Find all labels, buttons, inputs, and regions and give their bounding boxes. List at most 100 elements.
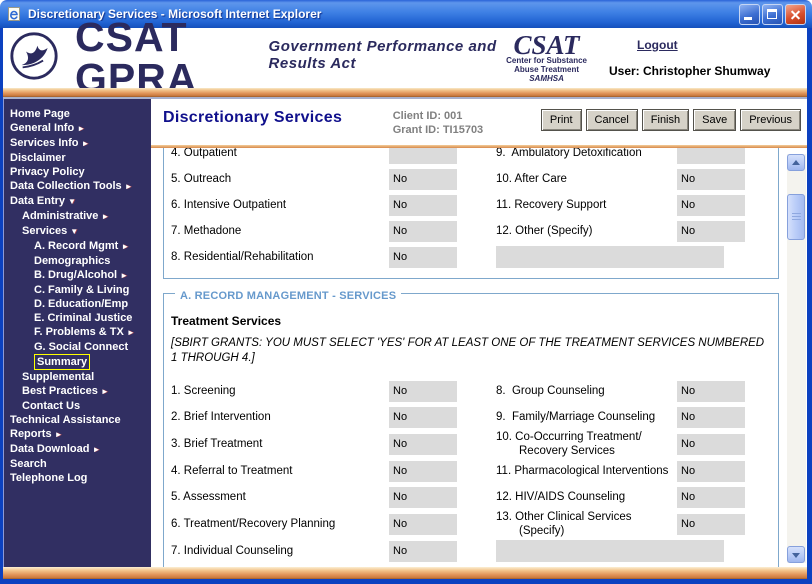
response-field[interactable]: No: [677, 194, 745, 216]
response-field[interactable]: No: [677, 406, 745, 428]
chevron-down-icon: ▼: [68, 197, 76, 206]
sidebar-item-label: Search: [10, 458, 47, 470]
grant-id: Grant ID: TI15703: [392, 124, 484, 136]
save-button[interactable]: Save: [693, 109, 737, 131]
banner-divider: [3, 88, 807, 99]
sidebar-item-data-download[interactable]: Data Download ►: [4, 442, 151, 457]
vertical-scrollbar[interactable]: [787, 154, 806, 563]
sidebar-item-label: Contact Us: [22, 400, 81, 412]
sidebar-item-privacy-policy[interactable]: Privacy Policy: [4, 165, 151, 179]
response-field[interactable]: No: [389, 168, 457, 190]
sidebar-item-b-drug-alcohol[interactable]: B. Drug/Alcohol ►: [4, 268, 151, 283]
sidebar-item-general-info[interactable]: General Info ►: [4, 121, 151, 136]
sidebar-item-label: Data Collection Tools: [10, 180, 122, 192]
response-field[interactable]: No: [677, 168, 745, 190]
main-panel: Discretionary Services Client ID: 001 Gr…: [151, 99, 807, 567]
response-field[interactable]: No: [389, 406, 457, 428]
sidebar-item-label: Summary: [34, 354, 91, 370]
row-label: 5. Assessment: [171, 491, 246, 503]
response-field[interactable]: No: [677, 220, 745, 242]
sidebar-item-services-info[interactable]: Services Info ►: [4, 136, 151, 151]
response-field[interactable]: No: [389, 433, 457, 455]
row-label: 10. After Care: [496, 173, 567, 185]
cancel-button[interactable]: Cancel: [585, 109, 638, 131]
response-field[interactable]: No: [389, 460, 457, 482]
response-field[interactable]: No: [677, 486, 745, 508]
scroll-down-button[interactable]: [787, 546, 805, 563]
sidebar-item-d-education-emp[interactable]: D. Education/Emp: [4, 297, 151, 311]
sidebar-item-label: Technical Assistance: [10, 414, 121, 426]
sidebar-item-f-problems-tx[interactable]: F. Problems & TX ►: [4, 325, 151, 340]
sidebar-item-services[interactable]: Services ▼: [4, 224, 151, 239]
response-field[interactable]: No: [389, 246, 457, 268]
sbirt-note: [SBIRT GRANTS: YOU MUST SELECT 'YES' FOR…: [171, 337, 765, 364]
response-field[interactable]: [677, 148, 745, 164]
row-label: 12. HIV/AIDS Counseling: [496, 491, 626, 503]
sidebar-item-label: Services Info: [10, 137, 79, 149]
sidebar-item-demographics[interactable]: Demographics: [4, 254, 151, 268]
response-field[interactable]: No: [677, 460, 745, 482]
app-banner: CSAT GPRA Government Performance and Res…: [3, 17, 807, 99]
response-field[interactable]: No: [389, 513, 457, 535]
csat-logo: CSAT Center for Substance Abuse Treatmen…: [506, 29, 587, 83]
print-button[interactable]: Print: [540, 109, 582, 131]
sidebar-item-label: Best Practices: [22, 385, 98, 397]
sidebar-item-search[interactable]: Search: [4, 457, 151, 471]
row-label: 3. Brief Treatment: [171, 438, 263, 450]
specify-text-field[interactable]: [496, 540, 724, 562]
sidebar-item-administrative[interactable]: Administrative ►: [4, 209, 151, 224]
response-field[interactable]: No: [389, 540, 457, 562]
response-field[interactable]: No: [677, 433, 745, 455]
previous-button[interactable]: Previous: [740, 109, 801, 131]
sidebar-item-data-entry[interactable]: Data Entry ▼: [4, 194, 151, 209]
sidebar-item-g-social-connect[interactable]: G. Social Connect: [4, 340, 151, 354]
sidebar-item-summary[interactable]: Summary: [4, 354, 151, 370]
page-header: Discretionary Services Client ID: 001 Gr…: [151, 99, 807, 145]
chevron-right-icon: ►: [101, 212, 110, 221]
response-field[interactable]: No: [677, 513, 745, 535]
hhs-eagle-logo-icon: [9, 31, 61, 86]
sidebar-item-label: D. Education/Emp: [34, 298, 129, 310]
row-label: 9. Family/Marriage Counseling: [496, 411, 656, 423]
scroll-up-button[interactable]: [787, 154, 805, 171]
close-button[interactable]: [785, 3, 806, 25]
sidebar-item-a-record-mgmt[interactable]: A. Record Mgmt ►: [4, 239, 151, 254]
sidebar-item-label: Services: [22, 225, 68, 237]
finish-button[interactable]: Finish: [641, 109, 690, 131]
sidebar-item-e-criminal-justice[interactable]: E. Criminal Justice: [4, 311, 151, 325]
sidebar-item-reports[interactable]: Reports ►: [4, 427, 151, 442]
sidebar-item-best-practices[interactable]: Best Practices ►: [4, 384, 151, 399]
specify-text-field[interactable]: [496, 246, 724, 268]
brand-tagline: Government Performance and Results Act: [268, 38, 497, 72]
logout-link[interactable]: Logout: [637, 38, 797, 52]
response-field[interactable]: No: [677, 380, 745, 402]
response-field[interactable]: No: [389, 486, 457, 508]
response-field[interactable]: No: [389, 194, 457, 216]
sidebar-item-label: F. Problems & TX: [34, 326, 124, 338]
sidebar-item-label: B. Drug/Alcohol: [34, 269, 118, 281]
row-label: 4. Referral to Treatment: [171, 465, 293, 477]
minimize-button[interactable]: [739, 3, 760, 25]
chevron-down-icon: ▼: [70, 227, 79, 236]
treatment-services-heading: Treatment Services: [171, 314, 282, 328]
form-row: 7. Methadone No 12. Other (Specify) No: [171, 218, 778, 244]
row-label: 11. Pharmacological Interventions: [496, 465, 669, 477]
row-label: 7. Individual Counseling: [171, 545, 294, 557]
response-field[interactable]: No: [389, 380, 457, 402]
sidebar-item-label: Data Entry: [10, 195, 66, 207]
sidebar-item-supplemental[interactable]: Supplemental: [4, 370, 151, 384]
sidebar-item-contact-us[interactable]: Contact Us: [4, 399, 151, 413]
response-field[interactable]: No: [389, 220, 457, 242]
sidebar-item-c-family-living[interactable]: C. Family & Living: [4, 283, 151, 297]
sidebar-item-disclaimer[interactable]: Disclaimer: [4, 151, 151, 165]
sidebar-item-technical-assistance[interactable]: Technical Assistance: [4, 413, 151, 427]
sidebar-item-data-collection-tools[interactable]: Data Collection Tools ►: [4, 179, 151, 194]
response-field[interactable]: [389, 148, 457, 164]
row-label: 2. Brief Intervention: [171, 411, 271, 423]
form-row: 5. Assessment No 12. HIV/AIDS Counseling No: [171, 484, 778, 510]
sidebar-item-home-page[interactable]: Home Page: [4, 107, 151, 121]
maximize-button[interactable]: [762, 3, 783, 25]
chevron-down-icon: [792, 553, 800, 558]
sidebar-item-telephone-log[interactable]: Telephone Log: [4, 471, 151, 485]
scrollbar-thumb[interactable]: [787, 194, 805, 240]
